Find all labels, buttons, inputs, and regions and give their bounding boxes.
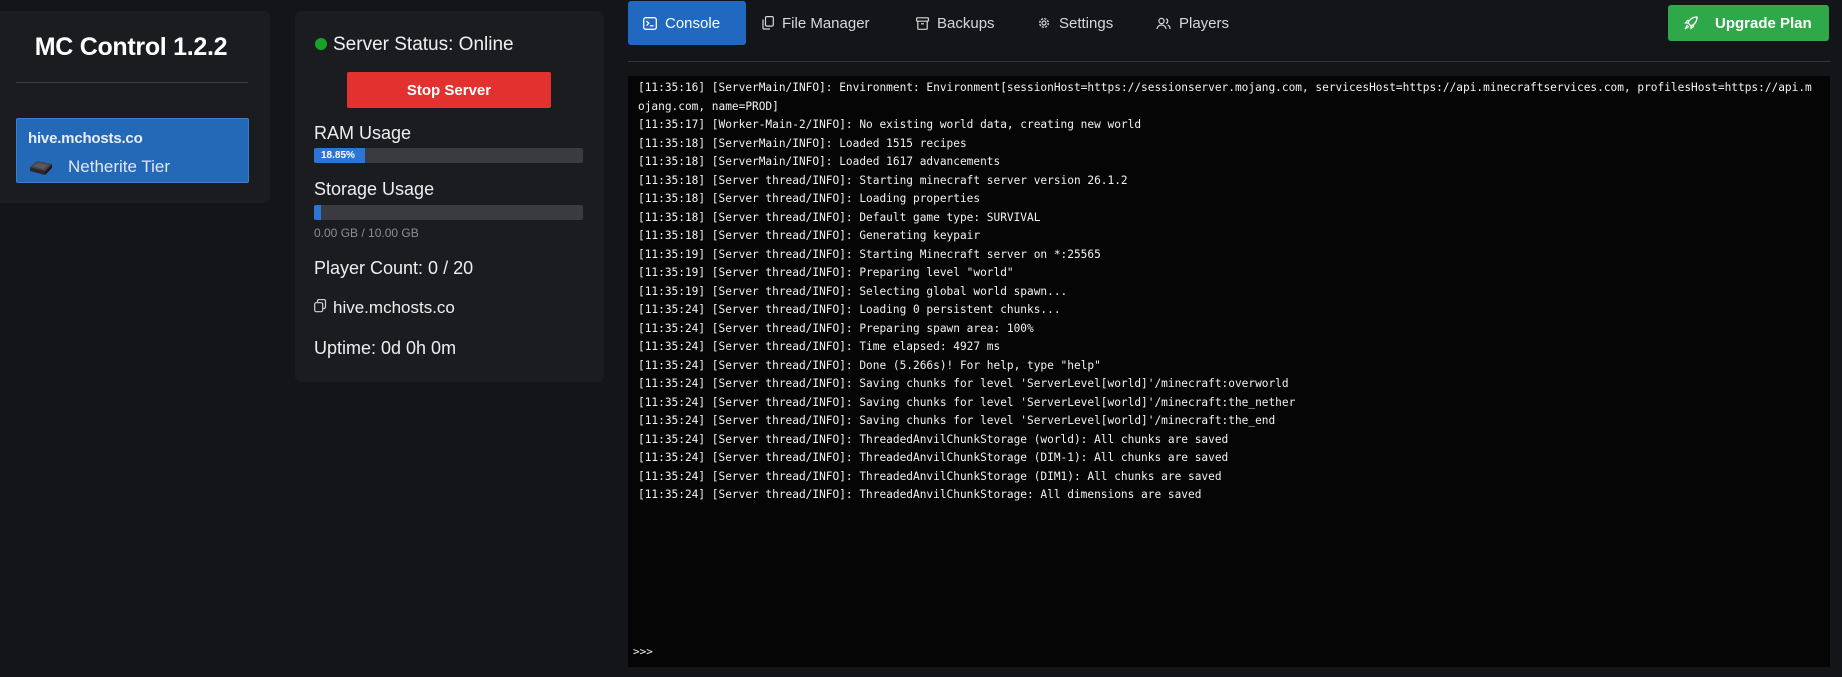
app-title: MC Control 1.2.2 (34, 33, 228, 61)
status-panel: Server Status: Online Stop Server RAM Us… (295, 11, 604, 382)
console-line: [11:35:24] [Server thread/INFO]: Done (5… (638, 358, 1101, 372)
console-line: [11:35:18] [Server thread/INFO]: Loading… (638, 192, 981, 205)
storage-usage-fill (314, 205, 321, 220)
tab-console-label: Console (665, 14, 721, 32)
upgrade-plan-label: Upgrade Plan (1715, 14, 1812, 32)
console-line: [11:35:24] [Server thread/INFO]: Time el… (638, 340, 1001, 353)
console-line: [11:35:24] [Server thread/INFO]: Threade… (638, 469, 1222, 483)
ram-usage-bar: 18.85% (314, 148, 583, 163)
storage-usage-label: Storage Usage (314, 179, 435, 199)
console-line: [11:35:24] [Server thread/INFO]: Saving … (638, 377, 1289, 390)
uptime: Uptime: 0d 0h 0m (314, 338, 457, 358)
console-prompt: >>> (633, 642, 1813, 660)
console-line: [11:35:24] [Server thread/INFO]: Prepari… (638, 321, 1034, 335)
rocket-icon (1684, 16, 1698, 30)
console-line: [11:35:17] [Worker-Main-2/INFO]: No exis… (638, 118, 1142, 131)
console-line: [11:35:19] [Server thread/INFO]: Startin… (638, 247, 1101, 261)
console-line: [11:35:24] [Server thread/INFO]: Threade… (638, 432, 1229, 446)
terminal-icon (643, 16, 657, 30)
server-card[interactable]: hive.mchosts.co Netherite Tier (16, 118, 249, 183)
upgrade-plan-button[interactable]: Upgrade Plan (1668, 5, 1829, 41)
storage-usage-bar (314, 205, 583, 220)
tab-divider (628, 61, 1830, 62)
server-status-text: Server Status: Online (333, 34, 514, 55)
console-line: [11:35:24] [Server thread/INFO]: Threade… (638, 488, 1202, 501)
console-line: [11:35:18] [Server thread/INFO]: Startin… (638, 173, 1128, 187)
storage-usage-text: 0.00 GB / 10.00 GB (314, 226, 419, 240)
console-panel[interactable]: [11:35:16] [ServerMain/INFO]: Environmen… (628, 76, 1830, 667)
sidebar: MC Control 1.2.2 hive.mchosts.co Netheri… (0, 11, 270, 203)
console-line: [11:35:18] [Server thread/INFO]: Generat… (638, 229, 981, 242)
console-line: [11:35:24] [Server thread/INFO]: Threade… (638, 451, 1229, 464)
tab-file-manager[interactable]: File Manager (762, 1, 870, 45)
tab-settings[interactable]: Settings (1037, 1, 1113, 45)
console-prompt-symbol: >>> (633, 644, 653, 658)
console-line: [11:35:19] [Server thread/INFO]: Selecti… (638, 284, 1068, 298)
server-address[interactable]: hive.mchosts.co (314, 298, 455, 318)
ram-usage-fill: 18.85% (314, 148, 365, 163)
users-icon (1156, 17, 1171, 29)
server-tier: Netherite Tier (68, 157, 171, 176)
files-icon (762, 16, 774, 30)
tab-file-manager-label: File Manager (782, 14, 870, 32)
copy-icon[interactable] (314, 299, 327, 313)
sidebar-divider (16, 82, 248, 83)
tab-backups-label: Backups (937, 14, 995, 32)
console-line: [11:35:18] [ServerMain/INFO]: Loaded 161… (638, 155, 1001, 168)
server-status: Server Status: Online (315, 34, 514, 56)
ram-usage-label: RAM Usage (314, 123, 412, 143)
console-line: [11:35:24] [Server thread/INFO]: Loading… (638, 303, 1061, 316)
player-count: Player Count: 0 / 20 (314, 258, 474, 278)
server-host: hive.mchosts.co (28, 130, 143, 147)
tab-players-label: Players (1179, 14, 1230, 32)
gear-icon (1039, 18, 1049, 28)
stop-server-button[interactable]: Stop Server (347, 72, 551, 108)
tab-console[interactable]: Console (628, 1, 746, 45)
console-line: [11:35:16] [ServerMain/INFO]: Environmen… (638, 81, 1812, 113)
archive-icon (916, 16, 929, 30)
tab-players[interactable]: Players (1156, 1, 1229, 45)
server-address-text: hive.mchosts.co (333, 298, 455, 317)
console-line: [11:35:19] [Server thread/INFO]: Prepari… (638, 266, 1014, 279)
netherite-ingot-icon (30, 161, 52, 175)
console-log: [11:35:16] [ServerMain/INFO]: Environmen… (638, 79, 1818, 505)
console-line: [11:35:18] [ServerMain/INFO]: Loaded 151… (638, 136, 967, 150)
tab-bar: Console File Manager Backups Settings Pl… (628, 1, 1842, 45)
tab-backups[interactable]: Backups (916, 1, 995, 45)
tab-settings-label: Settings (1059, 14, 1114, 32)
console-line: [11:35:24] [Server thread/INFO]: Saving … (638, 395, 1296, 409)
console-command-input[interactable] (658, 644, 1813, 658)
console-line: [11:35:24] [Server thread/INFO]: Saving … (638, 414, 1276, 427)
console-line: [11:35:18] [Server thread/INFO]: Default… (638, 210, 1041, 224)
